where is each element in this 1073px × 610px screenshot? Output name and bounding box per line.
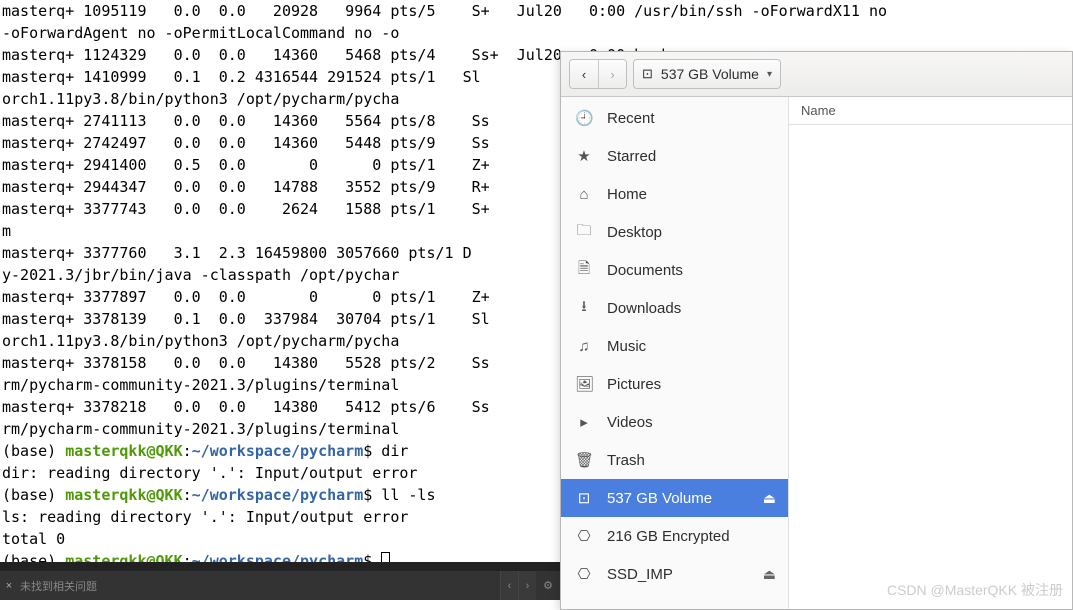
file-manager-window: ‹ › ⊡ 537 GB Volume ▾ 🕘 Recent ★ Starred ⌂ Ho… xyxy=(560,51,1073,610)
prev-match-button[interactable]: ‹ xyxy=(500,571,518,600)
location-bar[interactable]: ⊡ 537 GB Volume ▾ xyxy=(633,59,781,89)
sidebar-item-desktop[interactable]: 🗀 Desktop xyxy=(561,213,788,251)
sidebar-item-label: Recent xyxy=(607,110,655,127)
sidebar-item-ssd_imp[interactable]: ⎔ SSD_IMP ⏏ xyxy=(561,555,788,593)
close-icon[interactable]: × xyxy=(0,580,18,592)
sidebar-item-recent[interactable]: 🕘 Recent xyxy=(561,99,788,137)
file-manager-toolbar: ‹ › ⊡ 537 GB Volume ▾ xyxy=(561,52,1072,97)
sidebar-item-home[interactable]: ⌂ Home xyxy=(561,175,788,213)
find-status: 未找到相关问题 xyxy=(18,578,500,594)
gear-icon[interactable]: ⚙ xyxy=(536,579,560,592)
sidebar-item-pictures[interactable]: 🖼 Pictures xyxy=(561,365,788,403)
place-icon: 🖼 xyxy=(575,375,593,393)
sidebar-item-label: Downloads xyxy=(607,300,681,317)
place-icon: 🗀 xyxy=(575,220,593,245)
find-bar: × 未找到相关问题 ‹ › ⚙ xyxy=(0,570,560,600)
sidebar-item-trash[interactable]: 🗑 Trash xyxy=(561,441,788,479)
sidebar-item-537-gb-volume[interactable]: ⊡ 537 GB Volume ⏏ xyxy=(561,479,788,517)
sidebar-item-label: SSD_IMP xyxy=(607,566,673,583)
sidebar-item-starred[interactable]: ★ Starred xyxy=(561,137,788,175)
sidebar-item-videos[interactable]: ▸ Videos xyxy=(561,403,788,441)
sidebar-item-documents[interactable]: 🗎 Documents xyxy=(561,251,788,289)
next-match-button[interactable]: › xyxy=(518,571,536,600)
file-list-pane[interactable]: Name xyxy=(789,97,1072,609)
drive-icon: ⊡ xyxy=(642,66,653,82)
place-icon: 🗎 xyxy=(575,258,593,283)
sidebar-item-label: Home xyxy=(607,186,647,203)
back-button[interactable]: ‹ xyxy=(570,60,598,88)
place-icon: ⌂ xyxy=(575,186,593,203)
forward-button[interactable]: › xyxy=(598,60,626,88)
place-icon: ♫ xyxy=(575,338,593,355)
eject-icon[interactable]: ⏏ xyxy=(763,490,776,507)
place-icon: 🕘 xyxy=(575,109,593,127)
place-icon: ⭳ xyxy=(575,296,593,321)
eject-icon[interactable]: ⏏ xyxy=(763,566,776,583)
sidebar-item-216-gb-encrypted[interactable]: ⎔ 216 GB Encrypted xyxy=(561,517,788,555)
place-icon: ⎔ xyxy=(575,565,593,583)
sidebar-item-label: Documents xyxy=(607,262,683,279)
place-icon: ▸ xyxy=(575,413,593,431)
sidebar-item-label: Videos xyxy=(607,414,653,431)
sidebar-item-label: 216 GB Encrypted xyxy=(607,528,730,545)
place-icon: ⎔ xyxy=(575,527,593,545)
sidebar-item-label: Trash xyxy=(607,452,645,469)
chevron-down-icon: ▾ xyxy=(767,69,772,80)
place-icon: ★ xyxy=(575,147,593,165)
places-sidebar: 🕘 Recent ★ Starred ⌂ Home 🗀 Desktop 🗎 Documents ⭳ D… xyxy=(561,97,789,609)
editor-strip xyxy=(0,562,560,570)
sidebar-item-label: Music xyxy=(607,338,646,355)
nav-buttons: ‹ › xyxy=(569,59,627,89)
sidebar-item-label: Starred xyxy=(607,148,656,165)
place-icon: ⊡ xyxy=(575,489,593,507)
sidebar-item-label: 537 GB Volume xyxy=(607,490,712,507)
sidebar-item-label: Pictures xyxy=(607,376,661,393)
sidebar-item-downloads[interactable]: ⭳ Downloads xyxy=(561,289,788,327)
sidebar-item-label: Desktop xyxy=(607,224,662,241)
column-header-name[interactable]: Name xyxy=(789,97,1072,125)
location-label: 537 GB Volume xyxy=(661,66,759,82)
place-icon: 🗑 xyxy=(575,451,593,469)
sidebar-item-music[interactable]: ♫ Music xyxy=(561,327,788,365)
